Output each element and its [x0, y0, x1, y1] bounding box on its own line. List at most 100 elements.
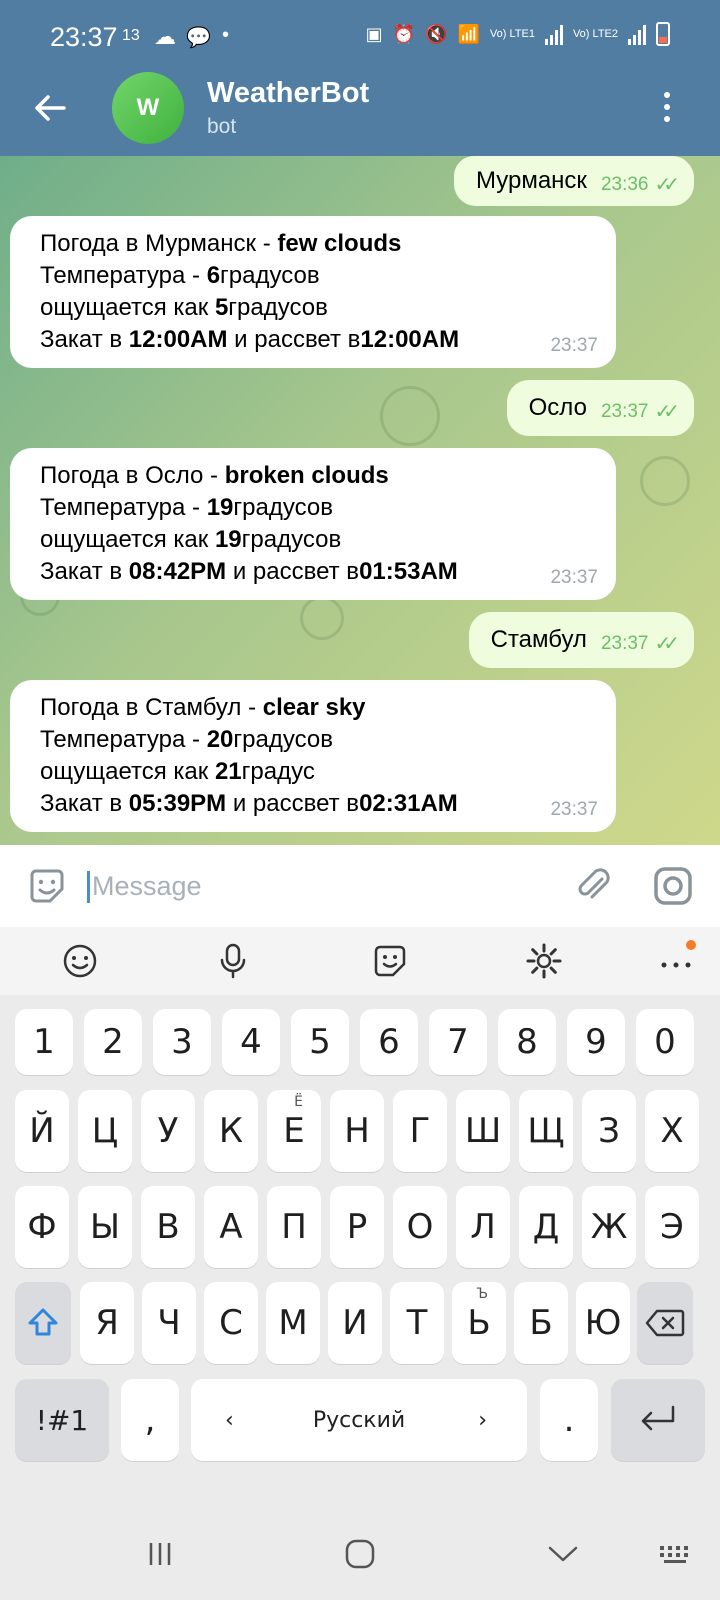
keyboard-switch-icon[interactable]	[658, 1544, 694, 1566]
message-time: 23:37	[600, 633, 649, 654]
key-5[interactable]: 5	[291, 1009, 349, 1075]
attach-icon[interactable]	[572, 865, 614, 907]
message-time: 23:37	[550, 799, 598, 820]
sim1-label: Vo) LTE1	[489, 27, 535, 40]
key-letter[interactable]: Ж	[582, 1186, 636, 1268]
battery-icon	[656, 22, 670, 46]
key-letter[interactable]: У	[141, 1090, 195, 1172]
emoji-icon[interactable]	[60, 941, 100, 981]
feels-like-line: ощущается как 21градус	[40, 758, 315, 785]
key-1[interactable]: 1	[15, 1009, 73, 1075]
home-icon[interactable]	[344, 1538, 376, 1570]
key-letter[interactable]: О	[393, 1186, 447, 1268]
comma-key[interactable]: ,	[121, 1379, 179, 1461]
read-checks-icon: ✓✓	[654, 401, 679, 423]
key-7[interactable]: 7	[429, 1009, 487, 1075]
message-text: Осло	[528, 394, 587, 421]
key-letter[interactable]: Ш	[456, 1090, 510, 1172]
microphone-icon[interactable]	[213, 941, 253, 981]
message-time: 23:37	[550, 567, 598, 588]
temperature-line: Температура - 6градусов	[40, 262, 320, 289]
mute-icon: 🔇	[425, 23, 448, 44]
outgoing-message[interactable]: Стамбул 23:37 ✓✓	[468, 612, 694, 668]
key-letter[interactable]: Э	[645, 1186, 699, 1268]
key-letter[interactable]: Ч	[142, 1282, 196, 1364]
wifi-icon: 📶	[457, 23, 480, 44]
key-letter[interactable]: Й	[15, 1090, 69, 1172]
wallpaper-doodle	[380, 386, 440, 446]
key-letter[interactable]: В	[141, 1186, 195, 1268]
camera-icon[interactable]	[652, 865, 694, 907]
period-key[interactable]: .	[540, 1379, 598, 1461]
key-letter[interactable]: Ц	[78, 1090, 132, 1172]
key-letter[interactable]: Б	[514, 1282, 568, 1364]
key-letter-soft-sign[interactable]: ЬЪ	[452, 1282, 506, 1364]
incoming-message[interactable]: Погода в Осло - broken clouds Температур…	[10, 448, 616, 600]
key-letter[interactable]: П	[267, 1186, 321, 1268]
key-letter[interactable]: К	[204, 1090, 258, 1172]
chat-area[interactable]: Мурманск 23:36 ✓✓ Погода в Мурманск - fe…	[0, 156, 720, 845]
key-letter[interactable]: З	[582, 1090, 636, 1172]
back-arrow-icon[interactable]	[30, 88, 70, 128]
key-letter[interactable]: Я	[80, 1282, 134, 1364]
temperature-line: Температура - 19градусов	[40, 494, 333, 521]
space-key[interactable]: ‹ Русский ›	[191, 1379, 527, 1461]
more-menu-icon[interactable]	[664, 92, 672, 128]
sim2-label: Vo) LTE2	[572, 27, 618, 40]
key-letter[interactable]: Д	[519, 1186, 573, 1268]
chat-title[interactable]: WeatherBot	[207, 77, 369, 110]
key-letter[interactable]: Р	[330, 1186, 384, 1268]
key-letter[interactable]: Т	[390, 1282, 444, 1364]
symbols-key[interactable]: !#1	[15, 1379, 109, 1461]
chat-notification-icon: 💬	[186, 27, 211, 49]
weather-line: Погода в Мурманск - few clouds	[40, 230, 402, 257]
status-icons: ▣ ⏰ 🔇 📶 Vo) LTE1 Vo) LTE2	[366, 22, 670, 46]
key-letter[interactable]: А	[204, 1186, 258, 1268]
key-6[interactable]: 6	[360, 1009, 418, 1075]
hide-keyboard-icon[interactable]	[546, 1542, 580, 1566]
feels-like-line: ощущается как 5градусов	[40, 294, 328, 321]
message-text: Мурманск	[475, 167, 587, 194]
backspace-key[interactable]	[637, 1282, 693, 1364]
key-letter[interactable]: Л	[456, 1186, 510, 1268]
shift-key[interactable]	[15, 1282, 71, 1364]
chat-header: 23:37 13 ☁ 💬 • ▣ ⏰ 🔇 📶 Vo) LTE1 Vo) LTE2…	[0, 0, 720, 156]
key-8[interactable]: 8	[498, 1009, 556, 1075]
more-notifications-icon: •	[222, 24, 230, 46]
incoming-message[interactable]: Погода в Стамбул - clear sky Температура…	[10, 680, 616, 832]
recent-apps-icon[interactable]	[146, 1540, 174, 1568]
outgoing-message[interactable]: Мурманск 23:36 ✓✓	[453, 156, 694, 206]
key-letter[interactable]: Х	[645, 1090, 699, 1172]
key-letter[interactable]: Ы	[78, 1186, 132, 1268]
key-4[interactable]: 4	[222, 1009, 280, 1075]
key-letter[interactable]: М	[266, 1282, 320, 1364]
key-3[interactable]: 3	[153, 1009, 211, 1075]
key-letter[interactable]: Г	[393, 1090, 447, 1172]
sticker-keyboard-icon[interactable]	[370, 941, 410, 981]
key-9[interactable]: 9	[567, 1009, 625, 1075]
key-letter[interactable]: Ф	[15, 1186, 69, 1268]
key-letter[interactable]: Ю	[576, 1282, 630, 1364]
enter-key[interactable]	[611, 1379, 705, 1461]
key-2[interactable]: 2	[84, 1009, 142, 1075]
message-input[interactable]: Message	[92, 871, 202, 902]
key-letter[interactable]: И	[328, 1282, 382, 1364]
read-checks-icon: ✓✓	[654, 174, 679, 196]
key-letter[interactable]: Щ	[519, 1090, 573, 1172]
signal-sim1-icon	[544, 23, 563, 45]
wallpaper-doodle	[640, 456, 690, 506]
settings-gear-icon[interactable]	[524, 941, 564, 981]
key-letter[interactable]: С	[204, 1282, 258, 1364]
key-0[interactable]: 0	[636, 1009, 694, 1075]
avatar[interactable]: W	[112, 72, 184, 144]
message-text: Стамбул	[490, 626, 587, 653]
incoming-message[interactable]: Погода в Мурманск - few clouds Температу…	[10, 216, 616, 368]
outgoing-message[interactable]: Осло 23:37 ✓✓	[506, 380, 694, 436]
message-composer: Message	[0, 845, 720, 927]
key-letter[interactable]: Н	[330, 1090, 384, 1172]
text-caret	[87, 871, 90, 903]
status-time: 23:37	[50, 22, 118, 52]
sticker-icon[interactable]	[26, 865, 68, 907]
key-letter-e[interactable]: ЕЁ	[267, 1090, 321, 1172]
sunset-line: Закат в 12:00AM и рассвет в12:00AM	[40, 326, 460, 353]
